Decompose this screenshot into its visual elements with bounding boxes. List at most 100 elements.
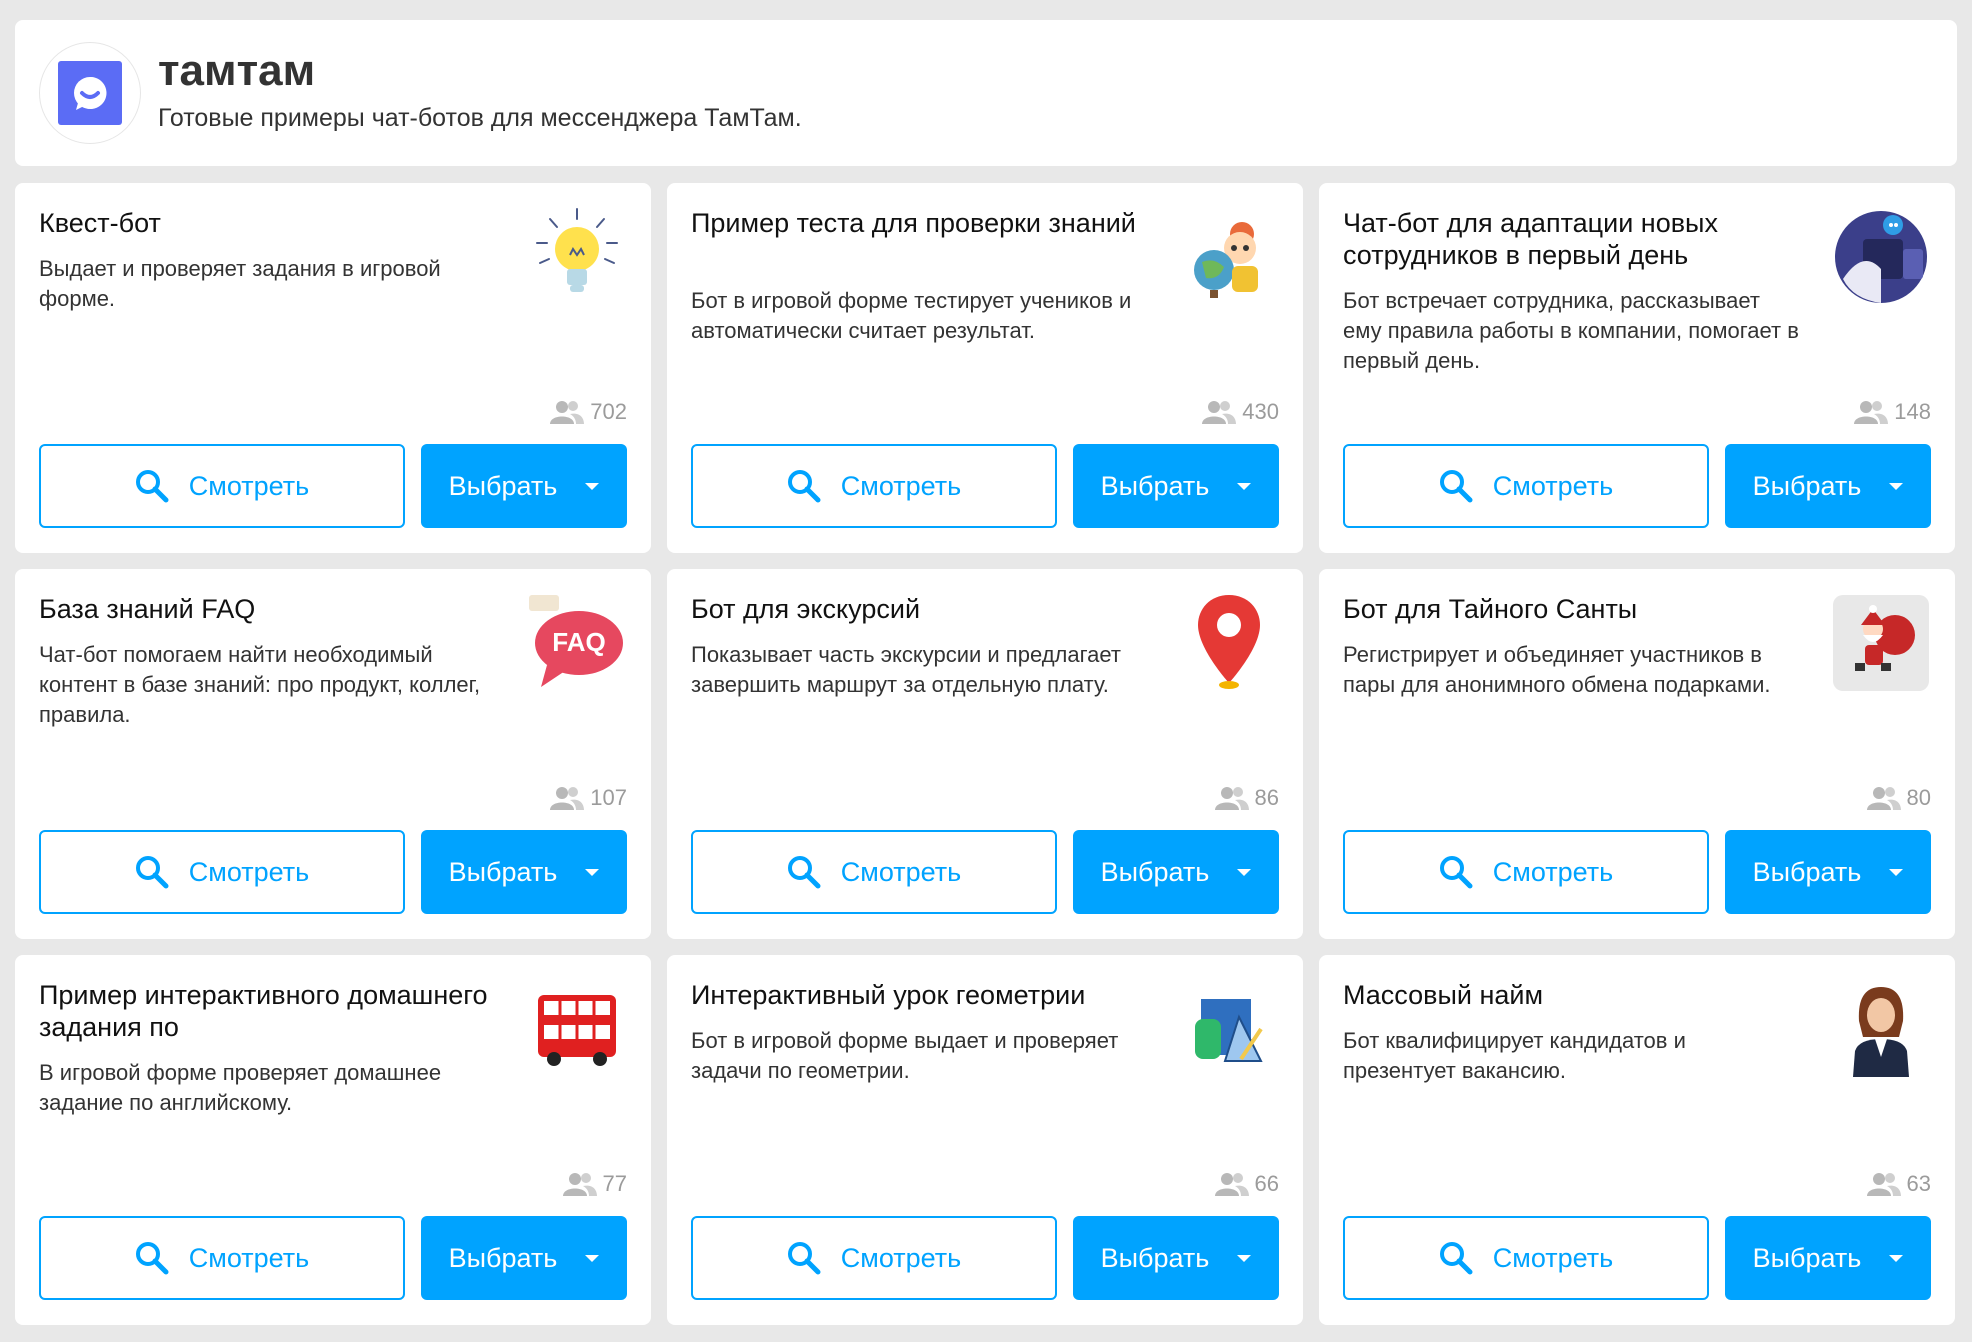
faq-bubble-icon: FAQ [527, 593, 627, 693]
page-title: тамтам [158, 46, 316, 95]
users-count: 107 [550, 785, 627, 811]
select-button-label: Выбрать [1100, 470, 1210, 501]
map-pin-icon [1179, 593, 1279, 693]
chevron-down-icon[interactable] [1237, 482, 1252, 490]
card-description: Показывает часть экскурсии и предлагает … [691, 642, 1121, 697]
select-button[interactable]: Выбрать [1725, 444, 1931, 528]
search-icon [1439, 1242, 1473, 1275]
card-title: Чат-бот для адаптации новых сотрудников … [1343, 208, 1718, 270]
users-icon [1202, 401, 1237, 424]
users-icon [1866, 787, 1901, 810]
businesswoman-icon [1831, 979, 1931, 1079]
card-description: Чат-бот помогаем найти необходимый конте… [39, 642, 481, 727]
bot-card: Интерактивный урок геометрии Бот в игров… [667, 955, 1303, 1325]
chevron-down-icon[interactable] [1889, 1254, 1904, 1262]
view-button-label: Смотреть [840, 470, 962, 501]
card-title: Пример теста для проверки знаний [691, 208, 1136, 238]
select-button[interactable]: Выбрать [1073, 830, 1279, 914]
select-button[interactable]: Выбрать [1725, 1216, 1931, 1300]
users-count-value: 80 [1906, 785, 1931, 810]
users-icon [550, 401, 585, 424]
select-button[interactable]: Выбрать [421, 444, 627, 528]
users-count-value: 430 [1242, 399, 1279, 424]
view-button[interactable]: Смотреть [39, 1216, 405, 1300]
chevron-down-icon[interactable] [1237, 1254, 1252, 1262]
card-title: Бот для экскурсий [691, 594, 921, 624]
card-title: База знаний FAQ [39, 594, 256, 624]
view-button[interactable]: Смотреть [39, 444, 405, 528]
card-description: Бот квалифицирует кандидатов и презентуе… [1343, 1028, 1686, 1083]
select-button-label: Выбрать [448, 470, 558, 501]
search-icon [787, 470, 821, 503]
card-description: Регистрирует и объединяет участников в п… [1343, 642, 1771, 697]
bot-card: Чат-бот для адаптации новых сотрудников … [1319, 183, 1955, 553]
lightbulb-icon [527, 207, 627, 307]
search-icon [135, 856, 169, 889]
users-count-value: 86 [1254, 785, 1279, 810]
view-button-label: Смотреть [188, 856, 310, 887]
bot-card: Пример теста для проверки знаний Бот в и… [667, 183, 1303, 553]
users-count-value: 148 [1894, 399, 1931, 424]
view-button-label: Смотреть [840, 1242, 962, 1273]
card-title: Интерактивный урок геометрии [691, 980, 1086, 1010]
select-button[interactable]: Выбрать [1073, 444, 1279, 528]
view-button-label: Смотреть [840, 856, 962, 887]
santa-icon [1831, 593, 1931, 693]
view-button[interactable]: Смотреть [1343, 830, 1709, 914]
view-button[interactable]: Смотреть [39, 830, 405, 914]
view-button[interactable]: Смотреть [1343, 1216, 1709, 1300]
select-button-label: Выбрать [1752, 1242, 1862, 1273]
users-count: 148 [1854, 399, 1931, 425]
card-description: Выдает и проверяет задания в игровой фор… [39, 256, 441, 311]
bot-card: Бот для Тайного Санты Регистрирует и объ… [1319, 569, 1955, 939]
view-button-label: Смотреть [188, 470, 310, 501]
users-count-value: 77 [602, 1171, 627, 1196]
search-icon [135, 470, 169, 503]
bot-template-grid: Квест-бот Выдает и проверяет задания в и… [15, 183, 1955, 1325]
select-button[interactable]: Выбрать [1725, 830, 1931, 914]
users-count: 77 [562, 1171, 627, 1197]
users-count: 63 [1866, 1171, 1931, 1197]
view-button-label: Смотреть [1492, 1242, 1614, 1273]
users-count-value: 66 [1254, 1171, 1279, 1196]
view-button[interactable]: Смотреть [1343, 444, 1709, 528]
onboarding-icon [1831, 207, 1931, 307]
select-button-label: Выбрать [1100, 1242, 1210, 1273]
users-icon [1214, 787, 1249, 810]
search-icon [787, 1242, 821, 1275]
card-description: В игровой форме проверяет домашнее задан… [39, 1060, 442, 1115]
double-decker-bus-icon [527, 979, 627, 1079]
chevron-down-icon[interactable] [585, 868, 600, 876]
student-globe-icon [1179, 207, 1279, 307]
view-button[interactable]: Смотреть [691, 1216, 1057, 1300]
users-count-value: 107 [590, 785, 627, 810]
chevron-down-icon[interactable] [1237, 868, 1252, 876]
users-count: 702 [550, 399, 627, 425]
users-icon [1866, 1173, 1901, 1196]
select-button[interactable]: Выбрать [421, 830, 627, 914]
bot-card: Бот для экскурсий Показывает часть экску… [667, 569, 1303, 939]
chevron-down-icon[interactable] [585, 1254, 600, 1262]
chevron-down-icon[interactable] [585, 482, 600, 490]
users-icon [562, 1173, 597, 1196]
select-button-label: Выбрать [1752, 856, 1862, 887]
view-button[interactable]: Смотреть [691, 830, 1057, 914]
users-count-value: 702 [590, 399, 627, 424]
search-icon [1439, 856, 1473, 889]
search-icon [787, 856, 821, 889]
view-button[interactable]: Смотреть [691, 444, 1057, 528]
users-icon [1854, 401, 1889, 424]
users-count-value: 63 [1906, 1171, 1931, 1196]
chevron-down-icon[interactable] [1889, 868, 1904, 876]
view-button-label: Смотреть [1492, 470, 1614, 501]
card-description: Бот встречает сотрудника, рассказывает е… [1343, 288, 1799, 373]
chevron-down-icon[interactable] [1889, 482, 1904, 490]
view-button-label: Смотреть [188, 1242, 310, 1273]
search-icon [1439, 470, 1473, 503]
select-button[interactable]: Выбрать [1073, 1216, 1279, 1300]
search-icon [135, 1242, 169, 1275]
card-title: Массовый найм [1343, 980, 1544, 1010]
users-icon [1214, 1173, 1249, 1196]
users-count: 430 [1202, 399, 1279, 425]
select-button[interactable]: Выбрать [421, 1216, 627, 1300]
